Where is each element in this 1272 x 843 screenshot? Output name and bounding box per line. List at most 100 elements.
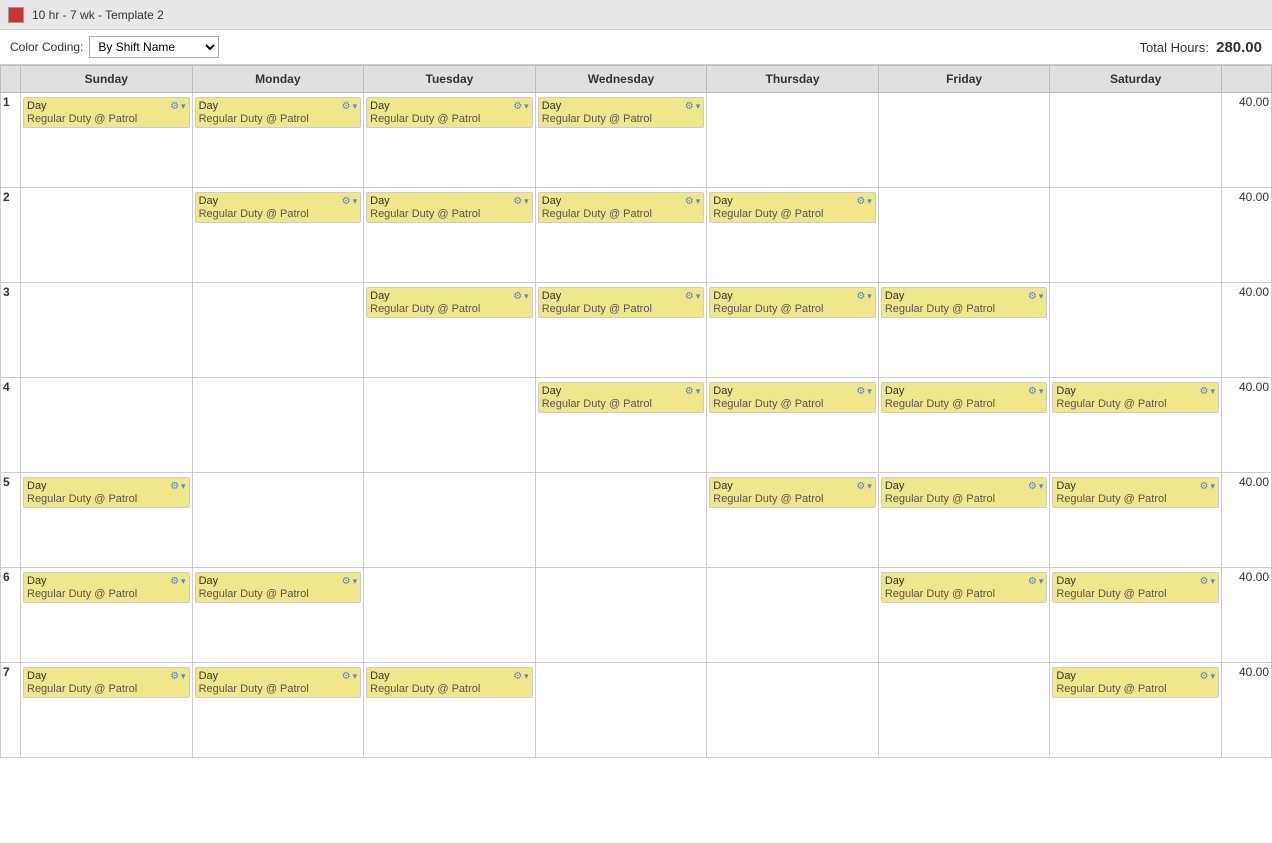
gear-icon[interactable]: ⚙ bbox=[1028, 576, 1037, 587]
gear-icon[interactable]: ⚙ bbox=[685, 196, 694, 207]
day-cell[interactable] bbox=[21, 188, 193, 283]
gear-icon[interactable]: ⚙ bbox=[513, 101, 522, 112]
day-cell[interactable] bbox=[1050, 188, 1222, 283]
day-cell[interactable]: Day⚙▾Regular Duty @ Patrol bbox=[192, 663, 364, 758]
day-cell[interactable] bbox=[364, 568, 536, 663]
shift-card[interactable]: Day⚙▾Regular Duty @ Patrol bbox=[366, 667, 533, 698]
day-cell[interactable]: Day⚙▾Regular Duty @ Patrol bbox=[1050, 378, 1222, 473]
day-cell[interactable]: Day⚙▾Regular Duty @ Patrol bbox=[1050, 473, 1222, 568]
dropdown-arrow-icon[interactable]: ▾ bbox=[867, 386, 872, 397]
shift-card[interactable]: Day⚙▾Regular Duty @ Patrol bbox=[366, 192, 533, 223]
shift-card[interactable]: Day⚙▾Regular Duty @ Patrol bbox=[709, 192, 876, 223]
day-cell[interactable] bbox=[1050, 283, 1222, 378]
day-cell[interactable]: Day⚙▾Regular Duty @ Patrol bbox=[21, 93, 193, 188]
dropdown-arrow-icon[interactable]: ▾ bbox=[867, 196, 872, 207]
day-cell[interactable]: Day⚙▾Regular Duty @ Patrol bbox=[192, 93, 364, 188]
gear-icon[interactable]: ⚙ bbox=[856, 386, 865, 397]
dropdown-arrow-icon[interactable]: ▾ bbox=[353, 576, 358, 587]
day-cell[interactable] bbox=[878, 663, 1050, 758]
dropdown-arrow-icon[interactable]: ▾ bbox=[867, 481, 872, 492]
day-cell[interactable]: Day⚙▾Regular Duty @ Patrol bbox=[707, 473, 879, 568]
day-cell[interactable]: Day⚙▾Regular Duty @ Patrol bbox=[878, 283, 1050, 378]
dropdown-arrow-icon[interactable]: ▾ bbox=[181, 576, 186, 587]
day-cell[interactable]: Day⚙▾Regular Duty @ Patrol bbox=[707, 188, 879, 283]
shift-card[interactable]: Day⚙▾Regular Duty @ Patrol bbox=[1052, 382, 1219, 413]
dropdown-arrow-icon[interactable]: ▾ bbox=[1039, 576, 1044, 587]
day-cell[interactable]: Day⚙▾Regular Duty @ Patrol bbox=[21, 473, 193, 568]
day-cell[interactable] bbox=[364, 378, 536, 473]
gear-icon[interactable]: ⚙ bbox=[1200, 671, 1209, 682]
dropdown-arrow-icon[interactable]: ▾ bbox=[1039, 291, 1044, 302]
shift-card[interactable]: Day⚙▾Regular Duty @ Patrol bbox=[1052, 477, 1219, 508]
shift-card[interactable]: Day⚙▾Regular Duty @ Patrol bbox=[709, 477, 876, 508]
shift-card[interactable]: Day⚙▾Regular Duty @ Patrol bbox=[538, 382, 705, 413]
dropdown-arrow-icon[interactable]: ▾ bbox=[696, 101, 701, 112]
gear-icon[interactable]: ⚙ bbox=[342, 576, 351, 587]
shift-card[interactable]: Day⚙▾Regular Duty @ Patrol bbox=[195, 97, 362, 128]
day-cell[interactable]: Day⚙▾Regular Duty @ Patrol bbox=[535, 378, 707, 473]
gear-icon[interactable]: ⚙ bbox=[685, 386, 694, 397]
dropdown-arrow-icon[interactable]: ▾ bbox=[696, 386, 701, 397]
gear-icon[interactable]: ⚙ bbox=[685, 291, 694, 302]
day-cell[interactable]: Day⚙▾Regular Duty @ Patrol bbox=[364, 283, 536, 378]
dropdown-arrow-icon[interactable]: ▾ bbox=[181, 671, 186, 682]
gear-icon[interactable]: ⚙ bbox=[513, 671, 522, 682]
shift-card[interactable]: Day⚙▾Regular Duty @ Patrol bbox=[709, 382, 876, 413]
shift-card[interactable]: Day⚙▾Regular Duty @ Patrol bbox=[538, 97, 705, 128]
shift-card[interactable]: Day⚙▾Regular Duty @ Patrol bbox=[195, 572, 362, 603]
day-cell[interactable] bbox=[192, 473, 364, 568]
gear-icon[interactable]: ⚙ bbox=[856, 196, 865, 207]
day-cell[interactable] bbox=[535, 663, 707, 758]
day-cell[interactable]: Day⚙▾Regular Duty @ Patrol bbox=[535, 93, 707, 188]
dropdown-arrow-icon[interactable]: ▾ bbox=[696, 291, 701, 302]
day-cell[interactable] bbox=[21, 378, 193, 473]
gear-icon[interactable]: ⚙ bbox=[170, 671, 179, 682]
shift-card[interactable]: Day⚙▾Regular Duty @ Patrol bbox=[195, 667, 362, 698]
gear-icon[interactable]: ⚙ bbox=[513, 291, 522, 302]
shift-card[interactable]: Day⚙▾Regular Duty @ Patrol bbox=[366, 287, 533, 318]
day-cell[interactable] bbox=[21, 283, 193, 378]
gear-icon[interactable]: ⚙ bbox=[1200, 576, 1209, 587]
day-cell[interactable]: Day⚙▾Regular Duty @ Patrol bbox=[192, 188, 364, 283]
gear-icon[interactable]: ⚙ bbox=[856, 291, 865, 302]
gear-icon[interactable]: ⚙ bbox=[342, 671, 351, 682]
dropdown-arrow-icon[interactable]: ▾ bbox=[181, 481, 186, 492]
day-cell[interactable] bbox=[707, 93, 879, 188]
gear-icon[interactable]: ⚙ bbox=[1200, 386, 1209, 397]
dropdown-arrow-icon[interactable]: ▾ bbox=[181, 101, 186, 112]
day-cell[interactable]: Day⚙▾Regular Duty @ Patrol bbox=[364, 663, 536, 758]
day-cell[interactable]: Day⚙▾Regular Duty @ Patrol bbox=[1050, 663, 1222, 758]
gear-icon[interactable]: ⚙ bbox=[170, 576, 179, 587]
shift-card[interactable]: Day⚙▾Regular Duty @ Patrol bbox=[881, 382, 1048, 413]
shift-card[interactable]: Day⚙▾Regular Duty @ Patrol bbox=[23, 572, 190, 603]
day-cell[interactable]: Day⚙▾Regular Duty @ Patrol bbox=[21, 568, 193, 663]
shift-card[interactable]: Day⚙▾Regular Duty @ Patrol bbox=[881, 572, 1048, 603]
day-cell[interactable] bbox=[707, 663, 879, 758]
gear-icon[interactable]: ⚙ bbox=[170, 481, 179, 492]
day-cell[interactable]: Day⚙▾Regular Duty @ Patrol bbox=[364, 188, 536, 283]
dropdown-arrow-icon[interactable]: ▾ bbox=[1210, 386, 1215, 397]
shift-card[interactable]: Day⚙▾Regular Duty @ Patrol bbox=[1052, 572, 1219, 603]
day-cell[interactable] bbox=[535, 568, 707, 663]
shift-card[interactable]: Day⚙▾Regular Duty @ Patrol bbox=[881, 287, 1048, 318]
day-cell[interactable] bbox=[1050, 93, 1222, 188]
gear-icon[interactable]: ⚙ bbox=[342, 196, 351, 207]
gear-icon[interactable]: ⚙ bbox=[1028, 291, 1037, 302]
day-cell[interactable]: Day⚙▾Regular Duty @ Patrol bbox=[878, 473, 1050, 568]
gear-icon[interactable]: ⚙ bbox=[1028, 386, 1037, 397]
dropdown-arrow-icon[interactable]: ▾ bbox=[1039, 386, 1044, 397]
shift-card[interactable]: Day⚙▾Regular Duty @ Patrol bbox=[709, 287, 876, 318]
shift-card[interactable]: Day⚙▾Regular Duty @ Patrol bbox=[538, 192, 705, 223]
dropdown-arrow-icon[interactable]: ▾ bbox=[524, 291, 529, 302]
shift-card[interactable]: Day⚙▾Regular Duty @ Patrol bbox=[538, 287, 705, 318]
day-cell[interactable] bbox=[878, 188, 1050, 283]
gear-icon[interactable]: ⚙ bbox=[513, 196, 522, 207]
dropdown-arrow-icon[interactable]: ▾ bbox=[1210, 671, 1215, 682]
dropdown-arrow-icon[interactable]: ▾ bbox=[696, 196, 701, 207]
shift-card[interactable]: Day⚙▾Regular Duty @ Patrol bbox=[366, 97, 533, 128]
day-cell[interactable] bbox=[535, 473, 707, 568]
shift-card[interactable]: Day⚙▾Regular Duty @ Patrol bbox=[23, 667, 190, 698]
day-cell[interactable] bbox=[878, 93, 1050, 188]
day-cell[interactable] bbox=[364, 473, 536, 568]
dropdown-arrow-icon[interactable]: ▾ bbox=[353, 671, 358, 682]
